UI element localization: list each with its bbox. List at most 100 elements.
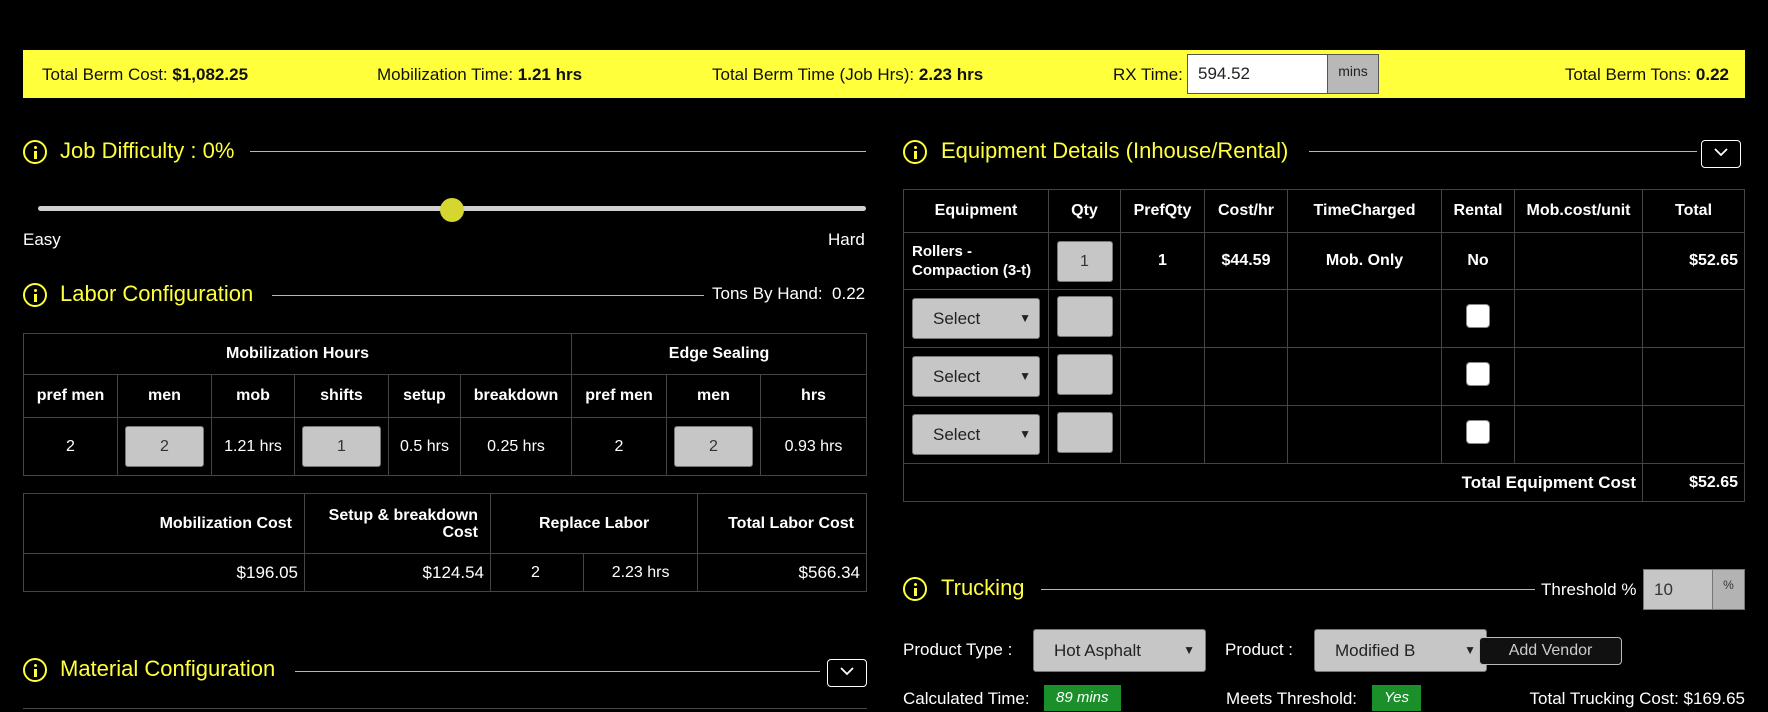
total-value (1642, 347, 1745, 406)
equipment-select-cell: Select ▼ (903, 347, 1049, 406)
rental-cell (1441, 289, 1515, 348)
qty-input[interactable]: 1 (1056, 240, 1113, 282)
product-select[interactable]: Modified B ▼ (1314, 629, 1487, 672)
total-berm-tons-value: 0.22 (1695, 65, 1729, 84)
threshold-label: Threshold % (1541, 580, 1637, 599)
equipment-select-label: Select (933, 425, 981, 444)
rental-checkbox[interactable] (1466, 304, 1490, 328)
product-type-label: Product Type : (903, 640, 1013, 659)
mob-cost-value (1514, 405, 1643, 464)
edge-pref-men-value: 2 (571, 417, 667, 476)
timecharged-value (1287, 289, 1442, 348)
difficulty-slider-handle[interactable] (440, 198, 464, 222)
timecharged-value (1287, 405, 1442, 464)
equipment-table: Equipment Qty PrefQty Cost/hr TimeCharge… (903, 189, 1745, 502)
col-replace-labor: Replace Labor (489, 493, 699, 554)
chevron-down-icon: ▼ (1464, 643, 1476, 657)
equipment-select-cell: Select ▼ (903, 405, 1049, 464)
setup-value: 0.5 hrs (388, 417, 461, 476)
mob-cost-value (1514, 347, 1643, 406)
qty-input[interactable] (1056, 295, 1113, 337)
equipment-select[interactable]: Select ▼ (912, 356, 1040, 397)
equipment-name: Rollers - Compaction (3-t) (903, 232, 1049, 290)
job-difficulty-info-icon[interactable] (23, 140, 47, 164)
divider (272, 295, 704, 296)
trucking-title: Trucking (941, 575, 1025, 600)
equipment-info-icon[interactable] (903, 140, 927, 164)
prefqty-value (1120, 289, 1205, 348)
mob-value: 1.21 hrs (211, 417, 295, 476)
men-input[interactable]: 2 (125, 426, 204, 467)
add-vendor-button[interactable]: Add Vendor (1479, 637, 1622, 665)
rental-checkbox[interactable] (1466, 362, 1490, 386)
col-qty: Qty (1048, 189, 1121, 233)
prefqty-value (1120, 405, 1205, 464)
chevron-down-icon: ▼ (1183, 643, 1195, 657)
trucking-info-icon[interactable] (903, 577, 927, 601)
product-type-value: Hot Asphalt (1054, 641, 1141, 660)
cost-hr-value (1204, 347, 1288, 406)
col-prefqty: PrefQty (1120, 189, 1205, 233)
table-row: 2 2 1.21 hrs 1 0.5 hrs 0.25 hrs 2 2 0.93… (23, 417, 867, 476)
pref-men-value: 2 (23, 417, 118, 476)
labor-title: Labor Configuration (60, 281, 254, 306)
equipment-select-label: Select (933, 309, 981, 328)
timecharged-value (1287, 347, 1442, 406)
qty-input[interactable] (1056, 411, 1113, 453)
rental-cell (1441, 347, 1515, 406)
total-value (1642, 289, 1745, 348)
threshold-unit: % (1712, 569, 1745, 610)
material-info-icon[interactable] (23, 658, 47, 682)
mobilization-cost-value: $196.05 (23, 553, 305, 592)
chevron-down-icon: ▼ (1019, 427, 1031, 441)
men-cell: 2 (117, 417, 212, 476)
equipment-collapse-button[interactable] (1701, 140, 1741, 168)
product-label: Product : (1225, 640, 1294, 659)
total-berm-time-value: 2.23 hrs (918, 65, 984, 84)
tons-by-hand: Tons By Hand: 0.22 (712, 284, 865, 304)
material-collapse-button[interactable] (827, 659, 867, 687)
equipment-select[interactable]: Select ▼ (912, 298, 1040, 339)
labor-table: Mobilization Hours Edge Sealing pref men… (23, 333, 867, 476)
cost-hr-value: $44.59 (1204, 232, 1288, 290)
timecharged-value: Mob. Only (1287, 232, 1442, 290)
rental-value: No (1441, 232, 1515, 290)
product-value: Modified B (1335, 641, 1416, 660)
col-mobilization-cost: Mobilization Cost (23, 493, 305, 554)
qty-cell (1048, 405, 1121, 464)
edge-men-input[interactable]: 2 (674, 426, 753, 467)
rx-time-input[interactable]: 594.52 (1187, 54, 1340, 94)
prefqty-value: 1 (1120, 232, 1205, 290)
rx-time-label: RX Time: (1113, 65, 1183, 84)
rental-checkbox[interactable] (1466, 420, 1490, 444)
prefqty-value (1120, 347, 1205, 406)
table-row: Rollers - Compaction (3-t) 1 1 $44.59 Mo… (903, 232, 1745, 290)
product-type-select[interactable]: Hot Asphalt ▼ (1033, 629, 1206, 672)
replace-men-value: 2 (490, 553, 584, 592)
mobilization-time-value: 1.21 hrs (517, 65, 583, 84)
col-equipment: Equipment (903, 189, 1049, 233)
chevron-down-icon (1714, 148, 1728, 157)
equipment-select[interactable]: Select ▼ (912, 414, 1040, 455)
col-timecharged: TimeCharged (1287, 189, 1442, 233)
col-edge-pref-men: pref men (571, 374, 667, 418)
divider (1309, 151, 1697, 152)
slider-min-label: Easy (23, 230, 61, 249)
total-berm-cost-value: $1,082.25 (172, 65, 249, 84)
total-berm-time-label: Total Berm Time (Job Hrs): (712, 65, 915, 84)
edge-men-cell: 2 (666, 417, 761, 476)
col-rental: Rental (1441, 189, 1515, 233)
material-table-top (23, 708, 867, 712)
shifts-input[interactable]: 1 (302, 426, 381, 467)
job-difficulty-title: Job Difficulty : 0% (60, 138, 235, 163)
qty-input[interactable] (1056, 353, 1113, 395)
col-total-labor-cost: Total Labor Cost (697, 493, 867, 554)
labor-info-icon[interactable] (23, 283, 47, 307)
total-equipment-cost-label: Total Equipment Cost (903, 463, 1643, 502)
col-setup-breakdown-cost: Setup & breakdown Cost (304, 493, 491, 554)
qty-cell (1048, 347, 1121, 406)
threshold-input[interactable]: 10 (1643, 569, 1716, 610)
col-cost-hr: Cost/hr (1204, 189, 1288, 233)
col-edge-hrs: hrs (760, 374, 867, 418)
meets-threshold-badge: Yes (1372, 685, 1422, 711)
